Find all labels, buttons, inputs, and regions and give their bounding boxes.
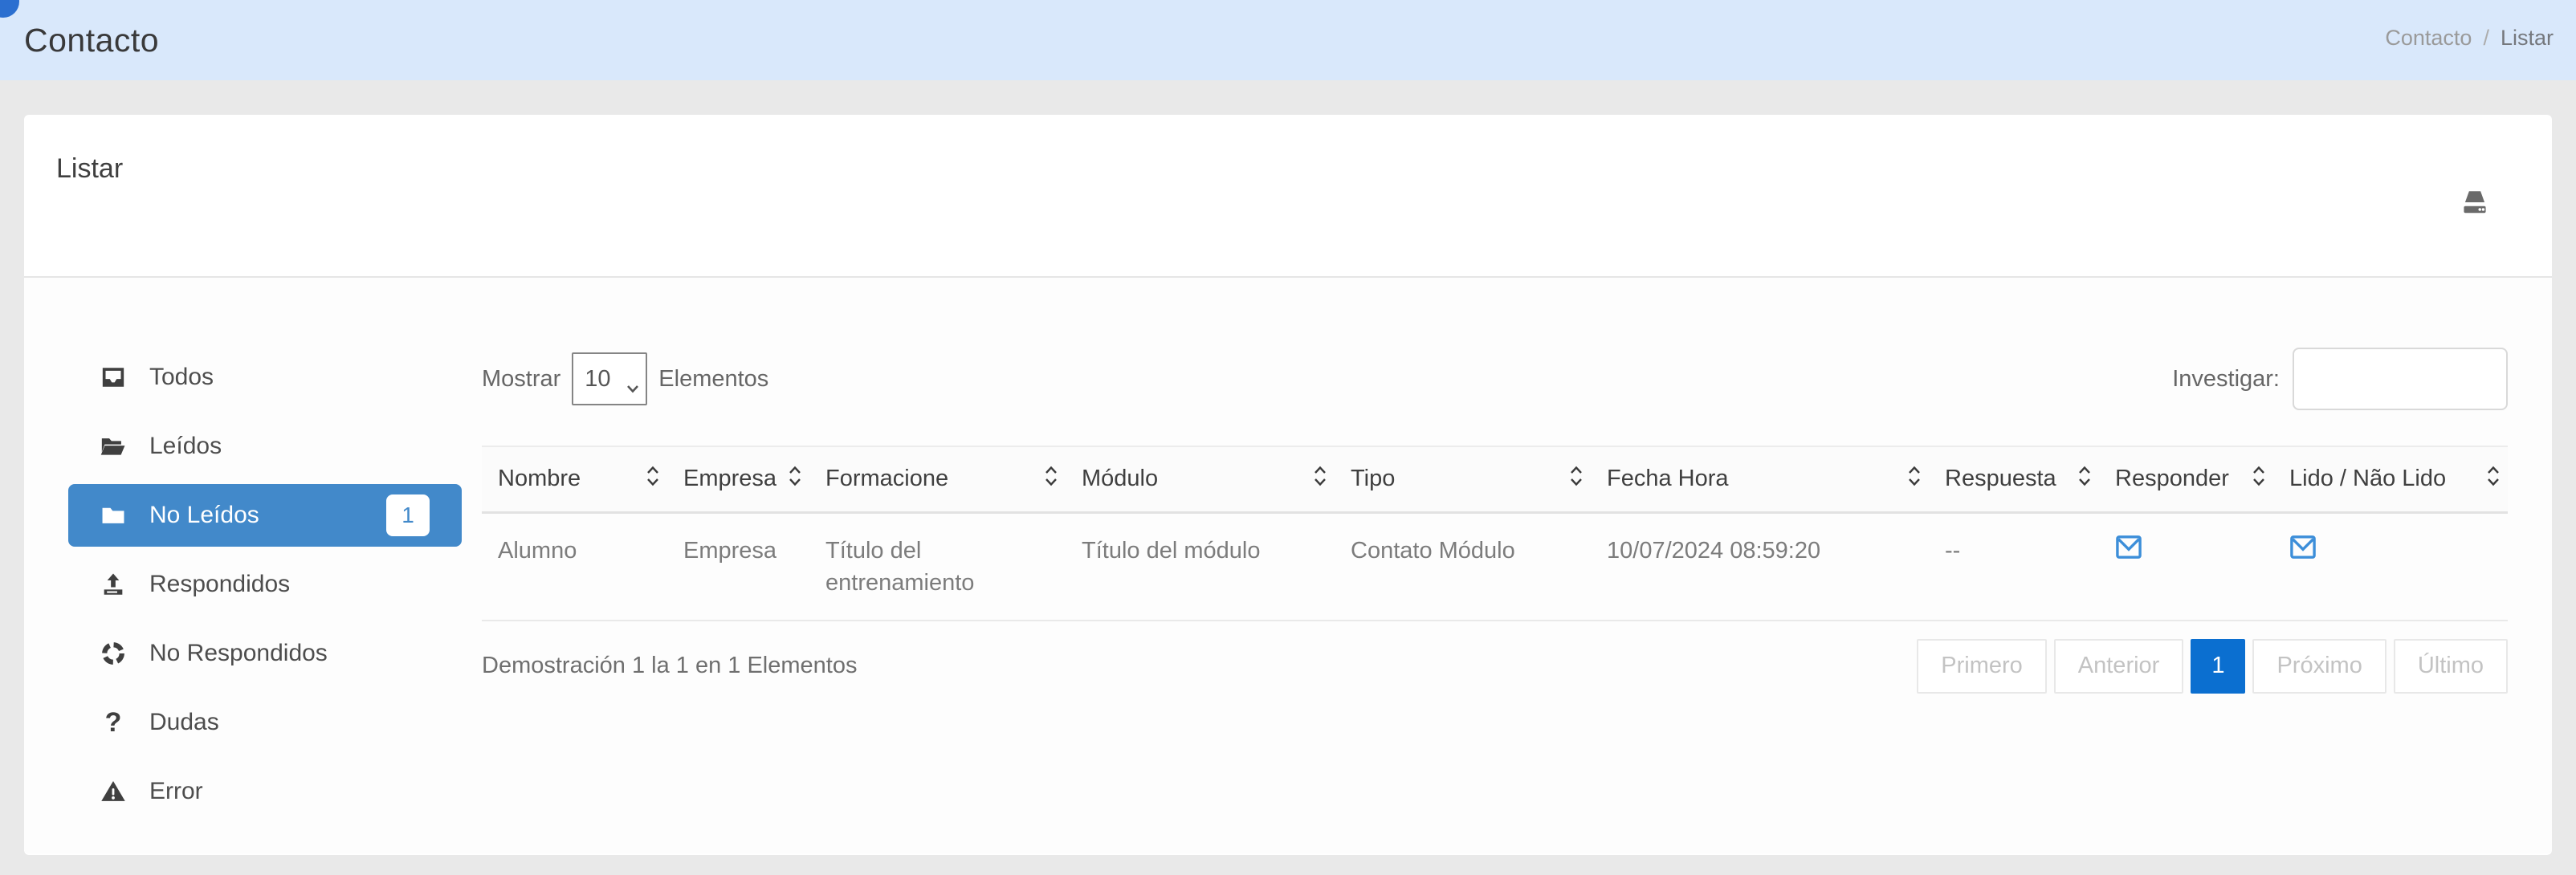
table-row: Alumno Empresa Título del entrenamiento … (482, 512, 2508, 621)
sort-icon[interactable] (787, 465, 803, 494)
search-control: Investigar: (2172, 348, 2508, 410)
cell-modulo: Título del módulo (1066, 512, 1335, 621)
sidebar-item-label: No Leídos (149, 502, 259, 529)
sort-icon[interactable] (1312, 465, 1328, 494)
sidebar-item-label: Todos (149, 364, 214, 391)
sort-icon[interactable] (1043, 465, 1059, 494)
page-size-control: Mostrar 10 Elementos (482, 352, 768, 405)
breadcrumb: Contacto / Listar (2385, 26, 2554, 51)
sort-icon[interactable] (2251, 465, 2267, 494)
pagination: Primero Anterior 1 Próximo Último (1917, 639, 2508, 694)
card-body: Todos Leídos No Leídos 1 (24, 278, 2552, 853)
pagination-first-button[interactable]: Primero (1917, 639, 2047, 694)
search-input[interactable] (2293, 348, 2508, 410)
table-footer: Demostración 1 la 1 en 1 Elementos Prime… (482, 639, 2508, 694)
inbox-icon (100, 364, 135, 391)
lido-status-button[interactable] (2289, 535, 2317, 562)
pagination-previous-button[interactable]: Anterior (2054, 639, 2184, 694)
sidebar-item-todos[interactable]: Todos (68, 346, 462, 409)
pagination-page-1-button[interactable]: 1 (2191, 639, 2245, 694)
column-header-tipo[interactable]: Tipo (1335, 446, 1591, 512)
table-panel: Mostrar 10 Elementos Investigar: (482, 346, 2508, 853)
elements-label: Elementos (658, 366, 768, 393)
breadcrumb-item-listar: Listar (2501, 26, 2554, 51)
print-icon (2457, 185, 2492, 222)
sidebar-item-respondidos[interactable]: Respondidos (68, 553, 462, 616)
pagination-next-button[interactable]: Próximo (2252, 639, 2386, 694)
column-header-modulo[interactable]: Módulo (1066, 446, 1335, 512)
sidebar-item-label: No Respondidos (149, 640, 328, 667)
show-label: Mostrar (482, 366, 560, 393)
cell-nombre: Alumno (482, 512, 667, 621)
contacts-table: Nombre Empresa Formacione Módulo Tipo Fe… (482, 446, 2508, 621)
corner-dot-decoration (0, 0, 19, 18)
folder-icon (100, 502, 135, 529)
sidebar-item-dudas[interactable]: ? Dudas (68, 691, 462, 754)
column-header-nombre[interactable]: Nombre (482, 446, 667, 512)
responder-button[interactable] (2115, 535, 2142, 562)
sidebar-item-label: Dudas (149, 709, 219, 736)
envelope-icon (2115, 550, 2142, 562)
folder-open-icon (100, 433, 135, 460)
sidebar-item-label: Leídos (149, 433, 222, 460)
sort-icon[interactable] (1906, 465, 1922, 494)
print-button[interactable] (2456, 184, 2494, 222)
breadcrumb-item-contacto[interactable]: Contacto (2385, 26, 2472, 51)
card-header: Listar (24, 115, 2552, 278)
column-header-respuesta[interactable]: Respuesta (1929, 446, 2099, 512)
upload-icon (100, 571, 135, 598)
cell-respuesta: -- (1929, 512, 2099, 621)
column-header-formacione[interactable]: Formacione (809, 446, 1066, 512)
column-header-lido-nao-lido[interactable]: Lido / Não Lido (2273, 446, 2508, 512)
listar-card: Listar Todos (24, 115, 2552, 855)
cell-tipo: Contato Módulo (1335, 512, 1591, 621)
circle-notch-icon (100, 640, 135, 667)
results-info: Demostración 1 la 1 en 1 Elementos (482, 653, 857, 679)
sidebar-item-label: Respondidos (149, 571, 290, 598)
cell-empresa: Empresa (667, 512, 809, 621)
card-title: Listar (56, 153, 2552, 185)
page-size-select[interactable]: 10 (572, 352, 647, 405)
warning-icon (100, 778, 135, 805)
sort-icon[interactable] (2077, 465, 2093, 494)
cell-fecha-hora: 10/07/2024 08:59:20 (1591, 512, 1929, 621)
filter-sidebar: Todos Leídos No Leídos 1 (68, 346, 462, 853)
column-header-fecha-hora[interactable]: Fecha Hora (1591, 446, 1929, 512)
sidebar-item-no-leidos[interactable]: No Leídos 1 (68, 484, 462, 547)
pagination-last-button[interactable]: Último (2394, 639, 2508, 694)
envelope-icon (2289, 550, 2317, 562)
sort-icon[interactable] (1568, 465, 1584, 494)
sidebar-item-label: Error (149, 778, 203, 805)
breadcrumb-separator: / (2483, 26, 2489, 51)
cell-lido-nao-lido (2273, 512, 2508, 621)
column-header-responder[interactable]: Responder (2099, 446, 2273, 512)
sort-icon[interactable] (2485, 465, 2501, 494)
page-title: Contacto (24, 22, 159, 59)
unread-count-badge: 1 (386, 494, 430, 536)
search-label: Investigar: (2172, 366, 2280, 393)
cell-formacione: Título del entrenamiento (809, 512, 1066, 621)
column-header-empresa[interactable]: Empresa (667, 446, 809, 512)
table-header-row: Nombre Empresa Formacione Módulo Tipo Fe… (482, 446, 2508, 512)
cell-responder (2099, 512, 2273, 621)
sidebar-item-leidos[interactable]: Leídos (68, 415, 462, 478)
top-bar: Contacto Contacto / Listar (0, 0, 2576, 80)
question-icon: ? (100, 707, 135, 739)
table-toolbar: Mostrar 10 Elementos Investigar: (482, 346, 2508, 412)
sidebar-item-error[interactable]: Error (68, 760, 462, 823)
sidebar-item-no-respondidos[interactable]: No Respondidos (68, 622, 462, 685)
sort-icon[interactable] (645, 465, 661, 494)
